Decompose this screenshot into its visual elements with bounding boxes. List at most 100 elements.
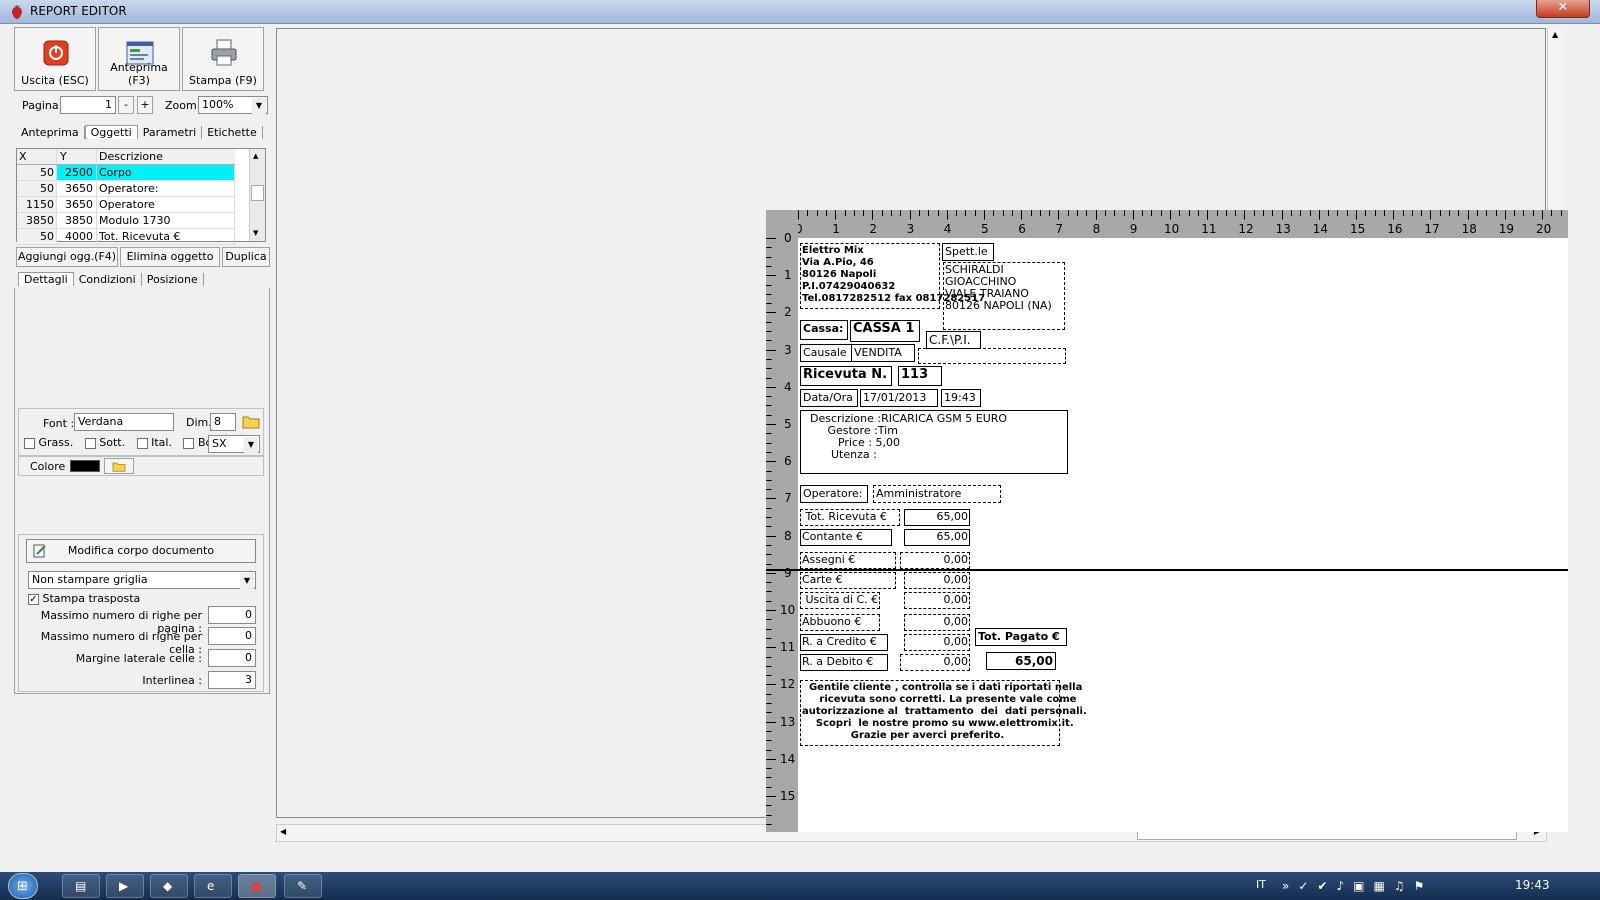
abbuono-value[interactable]: 0,00 — [904, 614, 970, 631]
start-button[interactable]: ⊞ — [8, 873, 38, 899]
cfpi-value[interactable] — [918, 348, 1066, 364]
delete-object-button[interactable]: Elimina oggetto — [120, 247, 220, 267]
tab-anteprima[interactable]: Anteprima — [16, 126, 85, 139]
carte-label[interactable]: Carte € — [800, 572, 896, 589]
tray-monitor-icon[interactable]: ▣ — [1353, 879, 1373, 893]
max-rows-page-input[interactable]: 0 — [208, 606, 256, 624]
cell-margin-input[interactable]: 0 — [208, 649, 256, 667]
uscita-label[interactable]: Uscita di C. € — [800, 592, 880, 609]
objects-table[interactable]: X Y Descrizione 50 2500 Corpo 50 3650 Op… — [16, 148, 266, 245]
ricevuta-value[interactable]: 113 — [898, 366, 942, 386]
tab-parametri[interactable]: Parametri — [138, 126, 203, 139]
tray-app-icon[interactable]: » — [1282, 879, 1298, 893]
customer-block[interactable]: SCHIRALDI GIOACCHINO VIALE TRAIANO 80126… — [943, 262, 1065, 330]
operatore-value[interactable]: Amministratore — [873, 485, 1001, 503]
scroll-thumb[interactable] — [251, 185, 264, 201]
cassa-value[interactable]: CASSA 1 — [850, 320, 920, 342]
table-row[interactable]: 50 3650 Operatore: — [17, 181, 235, 197]
folder-icon[interactable] — [242, 413, 260, 429]
zoom-select[interactable]: 100% ▼ — [198, 96, 268, 114]
scroll-down-icon[interactable]: ▼ — [253, 229, 258, 237]
footer-message[interactable]: Gentile cliente , controlla se i dati ri… — [800, 680, 1087, 746]
table-row[interactable]: 50 4000 Tot. Ricevuta € — [17, 229, 235, 245]
clock[interactable]: 19:43 — [1515, 878, 1550, 892]
table-scrollbar[interactable]: ▲ ▼ — [249, 149, 265, 241]
preview-button[interactable]: Anteprima (F3) — [98, 27, 180, 91]
print-button[interactable]: Stampa (F9) — [182, 27, 264, 91]
time-value[interactable]: 19:43 — [941, 389, 981, 407]
company-block[interactable]: Elettro Mix Via A.Pio, 46 80126 Napoli P… — [800, 243, 985, 309]
system-tray[interactable]: »✓✔♪▣▦♫⚑ — [1282, 879, 1433, 893]
language-indicator[interactable]: IT — [1256, 878, 1266, 891]
table-row[interactable]: 1150 3650 Operatore — [17, 197, 235, 213]
tray-speaker-icon[interactable]: ♪ — [1336, 879, 1353, 893]
taskbar-report-editor[interactable]: ● — [238, 874, 276, 898]
abbuono-label[interactable]: Abbuono € — [800, 614, 880, 631]
taskbar-ie[interactable]: e — [194, 874, 232, 898]
scroll-left-icon[interactable]: ◀ — [280, 827, 286, 836]
taskbar-app[interactable]: ◆ — [150, 874, 188, 898]
scroll-up-icon[interactable]: ▲ — [253, 152, 258, 160]
causale-value[interactable]: VENDITA — [851, 344, 915, 362]
taskbar-paint[interactable]: ✎ — [284, 874, 322, 898]
close-window-button[interactable]: ✕ — [1536, 0, 1590, 18]
description-block[interactable]: Descrizione :RICARICA GSM 5 EURO Gestore… — [800, 410, 1068, 474]
box-checkbox[interactable] — [183, 437, 195, 449]
page-next-button[interactable]: + — [137, 96, 153, 114]
dataora-label[interactable]: Data/Ora — [800, 389, 858, 407]
duplicate-object-button[interactable]: Duplica — [222, 247, 270, 267]
uscita-value[interactable]: 0,00 — [904, 592, 970, 609]
font-size-input[interactable]: 8 — [210, 413, 236, 431]
tray-volume-icon[interactable]: ♫ — [1394, 879, 1414, 893]
tot-ricevuta-label[interactable]: Tot. Ricevuta € — [800, 509, 900, 526]
table-row[interactable]: 3850 3850 Modulo 1730 — [17, 213, 235, 229]
carte-value[interactable]: 0,00 — [904, 572, 970, 589]
transposed-print-checkbox[interactable]: ✓ — [28, 593, 39, 605]
cassa-label[interactable]: Cassa: — [800, 320, 848, 340]
tot-pagato-value[interactable]: 65,00 — [986, 652, 1056, 670]
taskbar-media[interactable]: ▶ — [106, 874, 144, 898]
page-prev-button[interactable]: - — [118, 96, 134, 114]
causale-label[interactable]: Causale — [800, 344, 852, 362]
underline-checkbox[interactable] — [84, 437, 96, 449]
grid-option-select[interactable]: Non stampare griglia ▼ — [28, 571, 256, 589]
bold-checkbox[interactable] — [24, 437, 35, 449]
tot-ricevuta-value[interactable]: 65,00 — [904, 509, 970, 526]
date-value[interactable]: 17/01/2013 — [860, 389, 938, 407]
line-spacing-input[interactable]: 3 — [208, 671, 256, 689]
tab-posizione[interactable]: Posizione — [142, 273, 204, 286]
page-input[interactable]: 1 — [60, 96, 116, 114]
color-swatch[interactable] — [70, 460, 100, 472]
tray-network-icon[interactable]: ▦ — [1373, 879, 1393, 893]
tab-condizioni[interactable]: Condizioni — [74, 273, 142, 286]
add-object-button[interactable]: Aggiungi ogg.(F4) — [16, 247, 118, 267]
ricevuta-label[interactable]: Ricevuta N. — [800, 366, 892, 386]
assegni-label[interactable]: Assegni € — [800, 552, 896, 569]
contante-value[interactable]: 65,00 — [904, 529, 970, 546]
color-picker-button[interactable] — [104, 458, 134, 474]
credito-value[interactable]: 0,00 — [904, 634, 970, 651]
assegni-value[interactable]: 0,00 — [900, 552, 970, 569]
taskbar-explorer[interactable]: ▤ — [62, 874, 100, 898]
tot-pagato-label[interactable]: Tot. Pagato € — [975, 628, 1067, 646]
tray-sync-icon[interactable]: ✓ — [1298, 879, 1317, 893]
spett-label[interactable]: Spett.le — [942, 243, 994, 261]
tab-etichette[interactable]: Etichette — [202, 126, 263, 139]
debito-label[interactable]: R. a Debito € — [800, 654, 888, 671]
edit-body-button[interactable]: Modifica corpo documento — [26, 539, 256, 563]
tray-flag-icon[interactable]: ⚑ — [1414, 879, 1434, 893]
table-row[interactable]: 50 2500 Corpo — [17, 165, 235, 181]
exit-button[interactable]: Uscita (ESC) — [14, 27, 96, 91]
credito-label[interactable]: R. a Credito € — [800, 634, 888, 651]
italic-checkbox[interactable] — [136, 437, 148, 449]
tab-dettagli[interactable]: Dettagli — [18, 272, 74, 286]
tab-oggetti[interactable]: Oggetti — [84, 125, 138, 139]
tray-shield-icon[interactable]: ✔ — [1317, 879, 1336, 893]
operatore-label[interactable]: Operatore: — [800, 485, 868, 503]
align-select[interactable]: SX ▼ — [208, 435, 260, 453]
cfpi-label[interactable]: C.F.\P.I. — [926, 331, 981, 349]
debito-value[interactable]: 0,00 — [900, 654, 970, 671]
font-input[interactable]: Verdana — [74, 413, 174, 431]
contante-label[interactable]: Contante € — [800, 529, 892, 546]
scroll-up-icon[interactable]: ▲ — [1552, 30, 1558, 39]
